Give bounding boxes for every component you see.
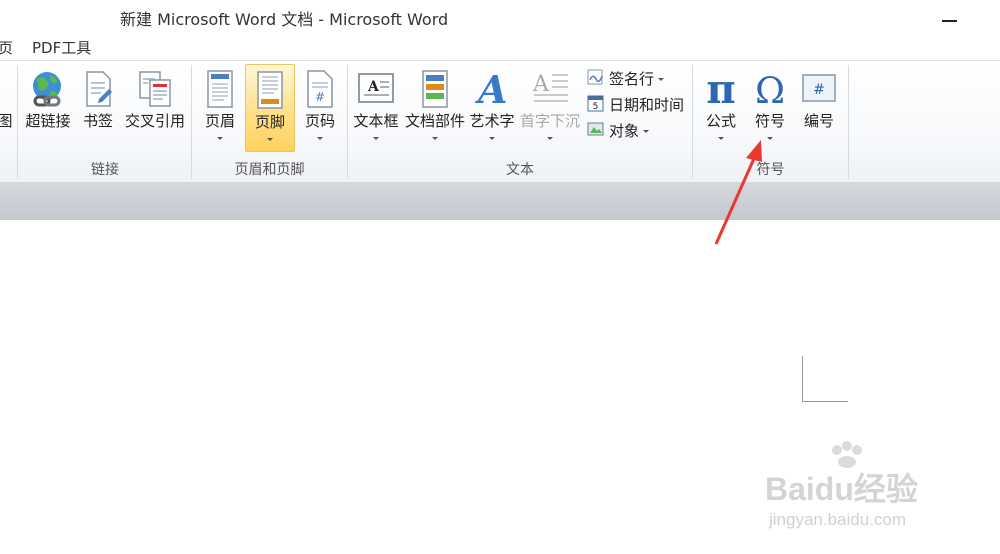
equation-label: 公式: [705, 112, 736, 130]
symbol-dropdown-arrow: [767, 137, 773, 140]
cross-reference-label: 交叉引用: [124, 112, 185, 130]
dropcap-icon: A: [532, 72, 568, 102]
quick-parts-dropdown-arrow: [432, 137, 438, 140]
svg-text:A: A: [475, 69, 507, 109]
symbols-group-label: 符号: [756, 162, 785, 178]
wordart-button[interactable]: A 艺术字: [468, 61, 516, 155]
svg-text:A: A: [532, 72, 550, 97]
watermark-url: jingyan.baidu.com: [769, 510, 907, 529]
minimize-button[interactable]: [940, 3, 960, 25]
dropcap-dropdown-arrow: [547, 137, 553, 140]
object-dropdown-arrow: [643, 130, 650, 133]
dropcap-label: 首字下沉: [519, 112, 580, 130]
baidu-watermark: Baidu经验 jingyan.baidu.com: [765, 440, 985, 540]
date-time-label: 日期和时间: [609, 96, 685, 114]
links-group-label: 链接: [91, 162, 119, 178]
dropcap-button[interactable]: A 首字下沉: [518, 61, 582, 155]
quick-parts-icon: [422, 70, 448, 108]
numbering-icon: #: [802, 74, 836, 102]
svg-text:5: 5: [593, 102, 599, 112]
signature-dropdown-arrow: [658, 78, 665, 81]
cross-reference-icon: [139, 71, 171, 107]
header-page-icon: [207, 70, 233, 108]
bookmark-page-icon: [86, 71, 112, 107]
window-title: 新建 Microsoft Word 文档 - Microsoft Word: [120, 10, 449, 29]
bookmark-label: 书签: [82, 112, 113, 130]
group-separator: [848, 65, 849, 179]
footer-button[interactable]: 页脚: [245, 64, 295, 152]
signature-line-icon: [587, 69, 603, 85]
cross-reference-button[interactable]: 交叉引用: [122, 61, 188, 155]
calendar-icon: 5: [587, 95, 604, 112]
signature-line-label: 签名行: [609, 70, 655, 88]
footer-page-icon: [257, 71, 283, 109]
object-label: 对象: [609, 122, 640, 140]
numbering-label: 编号: [803, 112, 834, 130]
svg-text:A: A: [367, 79, 380, 95]
partial-left-button[interactable]: 图: [0, 61, 16, 155]
insert-ribbon: 图 超链接 书签 交叉引用 链接 页眉 页脚 # 页码 页眉和页脚 A 文本框 …: [0, 60, 1000, 184]
header-button[interactable]: 页眉: [198, 61, 242, 155]
symbol-label: 符号: [754, 112, 785, 130]
bookmark-button[interactable]: 书签: [78, 61, 118, 155]
textbox-dropdown-arrow: [373, 137, 379, 140]
object-icon: [587, 122, 604, 136]
text-group-label: 文本: [506, 162, 534, 178]
equation-button[interactable]: π 公式: [698, 61, 744, 155]
equation-dropdown-arrow: [718, 137, 724, 140]
symbol-button[interactable]: Ω 符号: [747, 61, 793, 155]
svg-text:#: #: [315, 90, 325, 104]
svg-text:Ω: Ω: [755, 71, 785, 109]
footer-label: 页脚: [254, 113, 285, 131]
page-number-dropdown-arrow: [317, 137, 323, 140]
ruler-strip: [0, 182, 1000, 221]
object-button[interactable]: 对象: [587, 118, 667, 140]
globe-chain-icon: [33, 72, 61, 107]
textbox-icon: A: [358, 73, 394, 103]
pi-icon: π: [706, 69, 735, 109]
quick-parts-label: 文档部件: [404, 112, 465, 130]
wordart-dropdown-arrow: [489, 137, 495, 140]
partial-left-label: 图: [0, 112, 13, 130]
wordart-icon: A: [475, 69, 507, 109]
svg-text:#: #: [813, 82, 825, 98]
header-dropdown-arrow: [217, 137, 223, 140]
footer-dropdown-arrow: [267, 138, 273, 141]
svg-text:π: π: [706, 69, 735, 109]
page-number-label: 页码: [304, 112, 335, 130]
omega-icon: Ω: [755, 71, 785, 109]
date-time-button[interactable]: 5 日期和时间: [587, 92, 691, 114]
tab-partial[interactable]: 页: [0, 37, 13, 58]
watermark-brand: Baidu经验: [765, 471, 918, 507]
page-number-button[interactable]: # 页码: [298, 61, 342, 155]
textbox-label: 文本框: [353, 112, 399, 130]
hyperlink-label: 超链接: [25, 112, 71, 130]
quick-parts-button[interactable]: 文档部件: [403, 61, 467, 155]
textbox-button[interactable]: A 文本框: [351, 61, 401, 155]
tab-pdf-tools[interactable]: PDF工具: [32, 37, 91, 58]
page-number-icon: #: [307, 70, 333, 108]
signature-line-button[interactable]: 签名行: [587, 66, 687, 88]
ribbon-tabs: 页 PDF工具: [0, 32, 1000, 60]
title-bar: 新建 Microsoft Word 文档 - Microsoft Word: [0, 0, 1000, 32]
header-label: 页眉: [204, 112, 235, 130]
page-margin-corner-mark: [802, 356, 848, 402]
hyperlink-button[interactable]: 超链接: [22, 61, 74, 155]
header-footer-group-label: 页眉和页脚: [234, 162, 305, 178]
wordart-label: 艺术字: [469, 112, 515, 130]
numbering-button[interactable]: # 编号: [796, 61, 842, 155]
